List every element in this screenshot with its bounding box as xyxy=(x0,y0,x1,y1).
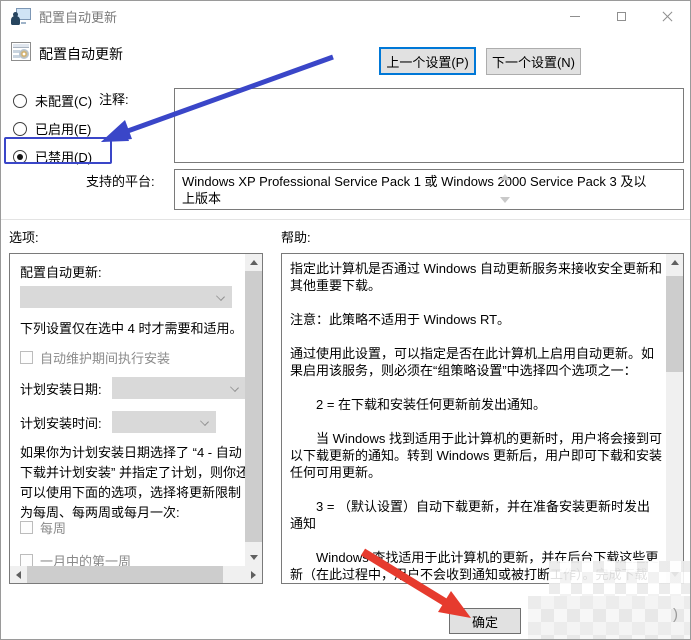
section-divider xyxy=(1,219,691,220)
checkbox-label: 每周 xyxy=(40,518,66,537)
scrollbar-thumb[interactable] xyxy=(245,271,262,542)
scrollbar-thumb[interactable] xyxy=(666,276,683,372)
help-label: 帮助: xyxy=(281,227,311,246)
scrollbar-thumb[interactable] xyxy=(27,566,223,583)
radio-icon xyxy=(13,122,27,136)
help-paragraph: 指定此计算机是否通过 Windows 自动更新服务来接收安全更新和其他重要下载。 xyxy=(290,260,662,294)
schedule-day-dropdown[interactable] xyxy=(112,377,246,399)
schedule-day-label: 计划安装日期: xyxy=(20,381,102,398)
comment-textarea[interactable] xyxy=(174,88,684,163)
configure-automatic-updates-dialog: 配置自动更新 配置自动更新 上一个设置(P) 下一个设置(N) 未配置(C) 已… xyxy=(0,0,691,640)
radio-label: 未配置(C) xyxy=(35,91,92,110)
supported-on-box[interactable]: Windows XP Professional Service Pack 1 或… xyxy=(174,169,684,210)
scroll-up-icon[interactable] xyxy=(666,254,683,271)
maximize-icon xyxy=(617,12,626,21)
chevron-down-icon xyxy=(200,417,209,426)
radio-label: 已启用(E) xyxy=(35,119,91,138)
next-setting-button[interactable]: 下一个设置(N) xyxy=(486,48,581,75)
comment-label: 注释: xyxy=(99,89,129,108)
help-paragraph: 当 Windows 找到适用于此计算机的更新时，用户将会接到可以下载更新的通知。… xyxy=(290,430,662,481)
configure-updates-dropdown[interactable] xyxy=(20,286,232,308)
options-panel: 配置自动更新: 下列设置仅在选中 4 时才需要和适用。 自动维护期间执行安装 计… xyxy=(9,253,263,584)
window-title: 配置自动更新 xyxy=(39,7,117,26)
help-paragraph: 2 = 在下载和安装任何更新前发出通知。 xyxy=(290,396,662,413)
ok-button[interactable]: 确定 xyxy=(449,608,521,634)
page-title: 配置自动更新 xyxy=(39,44,123,64)
minimize-button[interactable] xyxy=(552,1,598,31)
configure-updates-label: 配置自动更新: xyxy=(20,264,102,281)
options-label: 选项: xyxy=(9,227,39,246)
options-vertical-scrollbar[interactable] xyxy=(245,254,262,566)
scroll-up-icon[interactable] xyxy=(245,254,262,271)
scroll-left-icon[interactable] xyxy=(10,566,27,583)
censored-region xyxy=(528,596,691,640)
help-paragraph: 通过使用此设置，可以指定是否在此计算机上启用自动更新。如果启用该服务，则必须在“… xyxy=(290,345,662,379)
weekly-checkbox[interactable]: 每周 xyxy=(20,518,66,537)
help-paragraph: 注意：此策略不适用于 Windows RT。 xyxy=(290,311,662,328)
help-paragraph: 3 = （默认设置）自动下载更新，并在准备安装更新时发出通知 xyxy=(290,498,662,532)
window-icon xyxy=(11,8,31,25)
options-note: 下列设置仅在选中 4 时才需要和适用。 xyxy=(20,320,242,337)
scroll-down-icon[interactable] xyxy=(245,549,262,566)
radio-icon xyxy=(13,94,27,108)
checkbox-label: 自动维护期间执行安装 xyxy=(40,348,170,367)
censored-visible-text: ) xyxy=(673,606,678,623)
censored-region xyxy=(549,561,691,601)
title-bar: 配置自动更新 xyxy=(1,1,690,31)
options-horizontal-scrollbar[interactable] xyxy=(10,566,262,583)
previous-setting-button[interactable]: 上一个设置(P) xyxy=(379,47,476,75)
maintenance-checkbox[interactable]: 自动维护期间执行安装 xyxy=(20,348,170,367)
schedule-time-label: 计划安装时间: xyxy=(20,415,102,432)
help-panel: 指定此计算机是否通过 Windows 自动更新服务来接收安全更新和其他重要下载。… xyxy=(281,253,684,584)
checkbox-icon xyxy=(20,521,33,534)
checkbox-icon xyxy=(20,351,33,364)
help-text: 指定此计算机是否通过 Windows 自动更新服务来接收安全更新和其他重要下载。… xyxy=(290,260,662,584)
radio-not-configured[interactable]: 未配置(C) xyxy=(13,91,92,110)
options-paragraph: 如果你为计划安装日期选择了 “4 - 自动下载并计划安装” 并指定了计划，则你还… xyxy=(20,443,250,523)
schedule-time-dropdown[interactable] xyxy=(112,411,216,433)
annotation-highlight-box xyxy=(4,137,112,164)
scroll-right-icon[interactable] xyxy=(245,566,262,583)
close-button[interactable] xyxy=(644,1,690,31)
close-icon xyxy=(662,11,673,22)
chevron-down-icon xyxy=(216,292,225,301)
maximize-button[interactable] xyxy=(598,1,644,31)
help-vertical-scrollbar[interactable] xyxy=(666,254,683,583)
chevron-down-icon xyxy=(230,383,239,392)
policy-setting-icon xyxy=(11,42,31,61)
minimize-icon xyxy=(570,16,580,17)
radio-enabled[interactable]: 已启用(E) xyxy=(13,119,91,138)
supported-on-label: 支持的平台: xyxy=(86,171,155,190)
